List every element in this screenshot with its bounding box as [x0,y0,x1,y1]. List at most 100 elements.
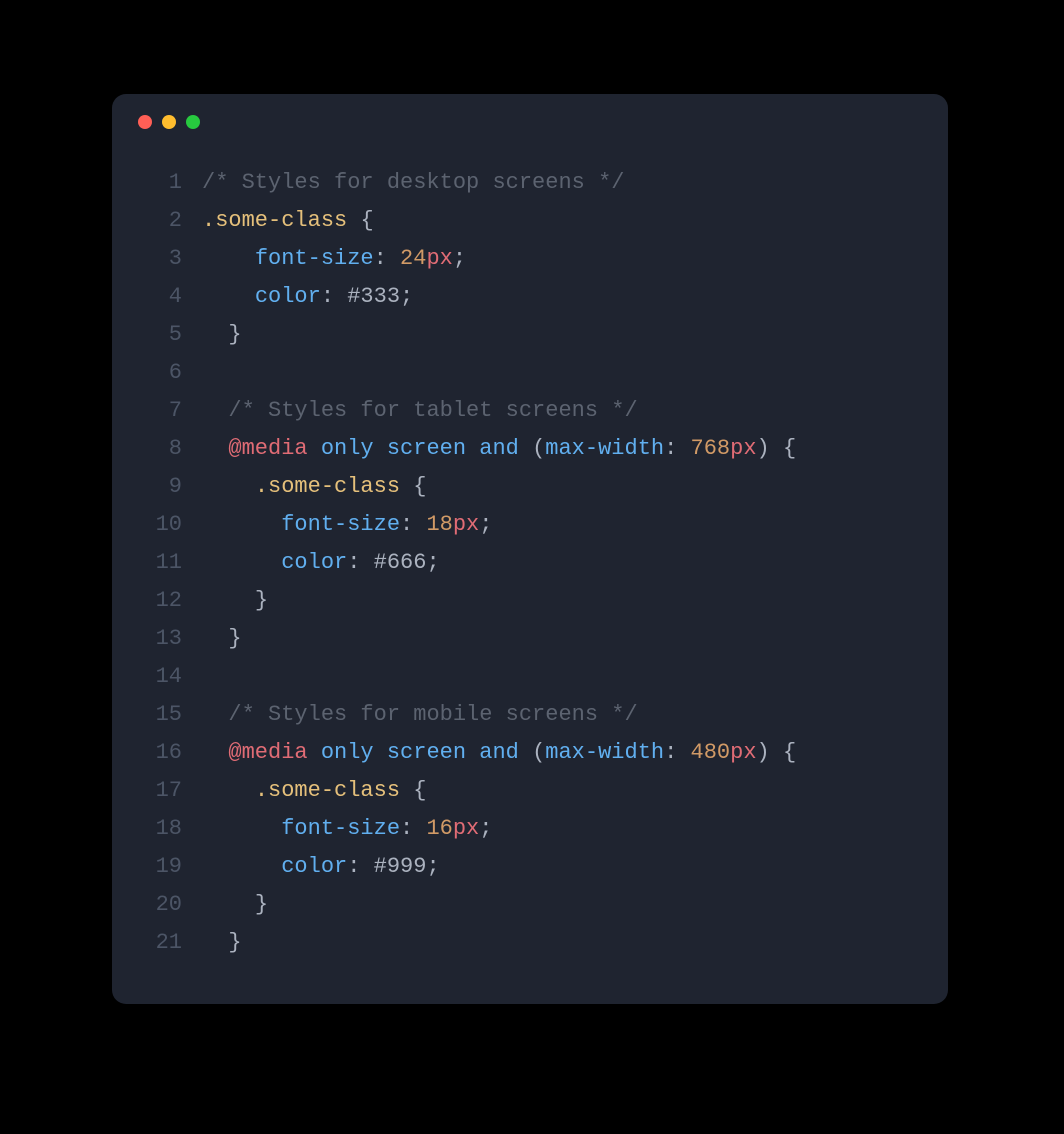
line-number: 10 [112,506,202,544]
code-line[interactable]: 15 /* Styles for mobile screens */ [112,696,948,734]
code-content[interactable]: color: #333; [202,278,948,316]
token-punct: ( [519,436,545,461]
token-unit: px [426,246,452,271]
code-content[interactable]: } [202,582,948,620]
code-line[interactable]: 6 [112,354,948,392]
line-number: 1 [112,164,202,202]
token-prop: max-width [545,436,664,461]
code-line[interactable]: 12 } [112,582,948,620]
code-line[interactable]: 17 .some-class { [112,772,948,810]
token-punct [202,398,228,423]
code-line[interactable]: 18 font-size: 16px; [112,810,948,848]
line-number: 20 [112,886,202,924]
token-punct [202,474,255,499]
token-punct: ; [479,816,492,841]
code-line[interactable]: 19 color: #999; [112,848,948,886]
token-punct: ( [519,740,545,765]
token-punct [347,208,360,233]
code-line[interactable]: 7 /* Styles for tablet screens */ [112,392,948,430]
token-comment: /* Styles for desktop screens */ [202,170,624,195]
code-content[interactable]: color: #999; [202,848,948,886]
code-content[interactable]: @media only screen and (max-width: 768px… [202,430,948,468]
token-punct: ; [426,854,439,879]
code-content[interactable]: /* Styles for desktop screens */ [202,164,948,202]
code-content[interactable]: color: #666; [202,544,948,582]
code-line[interactable]: 8 @media only screen and (max-width: 768… [112,430,948,468]
code-line[interactable]: 5 } [112,316,948,354]
code-content[interactable]: .some-class { [202,202,948,240]
token-comment: /* Styles for mobile screens */ [228,702,637,727]
token-punct: } [228,930,241,955]
code-line[interactable]: 9 .some-class { [112,468,948,506]
code-editor[interactable]: 1/* Styles for desktop screens */2.some-… [112,150,948,998]
code-line[interactable]: 20 } [112,886,948,924]
code-line[interactable]: 21 } [112,924,948,962]
token-punct [308,740,321,765]
token-punct [400,778,413,803]
zoom-icon[interactable] [186,115,200,129]
token-punct: ; [400,284,413,309]
code-line[interactable]: 16 @media only screen and (max-width: 48… [112,734,948,772]
token-punct [308,436,321,461]
line-number: 19 [112,848,202,886]
token-media-kw: screen [387,436,466,461]
line-number: 2 [112,202,202,240]
code-content[interactable]: font-size: 24px; [202,240,948,278]
token-punct: { [413,778,426,803]
code-line[interactable]: 4 color: #333; [112,278,948,316]
token-number: 24 [400,246,426,271]
code-line[interactable]: 11 color: #666; [112,544,948,582]
code-content[interactable]: font-size: 16px; [202,810,948,848]
token-prop: color [255,284,321,309]
code-line[interactable]: 14 [112,658,948,696]
code-line[interactable]: 3 font-size: 24px; [112,240,948,278]
line-number: 14 [112,658,202,696]
token-hex: #333 [347,284,400,309]
token-punct: ; [479,512,492,537]
token-punct [202,892,255,917]
token-punct: : [400,512,426,537]
token-punct [202,778,255,803]
token-punct [374,436,387,461]
token-punct: { [783,740,796,765]
token-punct: : [321,284,347,309]
code-content[interactable]: /* Styles for tablet screens */ [202,392,948,430]
code-line[interactable]: 10 font-size: 18px; [112,506,948,544]
token-punct [202,550,281,575]
code-content[interactable]: } [202,620,948,658]
code-content[interactable]: } [202,924,948,962]
code-content[interactable]: font-size: 18px; [202,506,948,544]
token-punct [202,322,228,347]
code-content[interactable]: @media only screen and (max-width: 480px… [202,734,948,772]
code-content[interactable] [202,354,948,392]
token-selector: .some-class [255,778,400,803]
token-punct [466,436,479,461]
token-unit: px [453,816,479,841]
token-punct [202,816,281,841]
token-punct: ) [757,740,783,765]
window-titlebar [112,94,948,150]
line-number: 21 [112,924,202,962]
code-content[interactable]: } [202,886,948,924]
token-punct: } [255,588,268,613]
code-line[interactable]: 13 } [112,620,948,658]
code-content[interactable] [202,658,948,696]
token-selector: .some-class [202,208,347,233]
token-unit: px [730,740,756,765]
code-line[interactable]: 1/* Styles for desktop screens */ [112,164,948,202]
code-content[interactable]: } [202,316,948,354]
code-content[interactable]: /* Styles for mobile screens */ [202,696,948,734]
code-line[interactable]: 2.some-class { [112,202,948,240]
token-selector: .some-class [255,474,400,499]
token-punct [202,740,228,765]
token-media-kw: and [479,436,519,461]
code-content[interactable]: .some-class { [202,468,948,506]
close-icon[interactable] [138,115,152,129]
token-media-kw: and [479,740,519,765]
minimize-icon[interactable] [162,115,176,129]
token-punct [202,702,228,727]
token-punct [202,436,228,461]
code-content[interactable]: .some-class { [202,772,948,810]
token-punct [202,588,255,613]
token-number: 18 [426,512,452,537]
